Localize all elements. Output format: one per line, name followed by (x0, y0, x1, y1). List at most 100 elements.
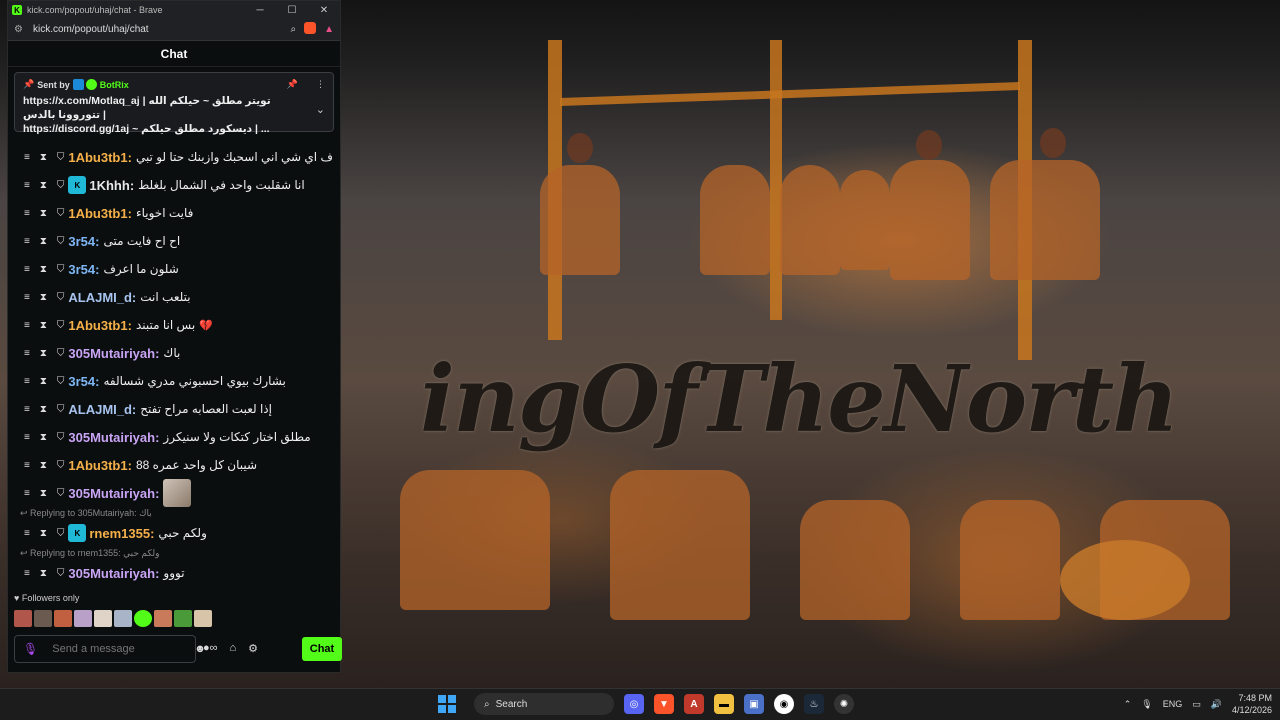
pinned-line-1[interactable]: https://x.com/Motlaq_aj | تويتر مطلق ~ ح… (23, 94, 295, 122)
reply-icon: ↩ (20, 547, 31, 558)
chat-username[interactable]: 3r54: (68, 374, 99, 389)
chat-message[interactable]: ≡ ⧗ ⛉ 1Abu3tb1: شيبان كل واحد عمره 88 (8, 451, 340, 479)
chat-message[interactable]: ≡ ⧗ ⛉ 3r54: بشارك بيوي احسبوني مدري شسالفه (8, 367, 340, 395)
chat-username[interactable]: 3r54: (68, 262, 99, 277)
chat-message[interactable]: ≡ ⧗ ⛉ 305Mutairiyah: باك (8, 339, 340, 367)
chat-message[interactable]: ≡ ⧗ ⛉ ALAJMI_d: إذا لعبت العصابه مراح تفتح (8, 395, 340, 423)
chat-username[interactable]: 305Mutairiyah: (68, 346, 159, 361)
shield-icon: ⛉ (56, 347, 65, 359)
language-indicator[interactable]: ENG (1163, 699, 1183, 709)
chevron-down-icon[interactable]: ⌄ (316, 103, 325, 116)
chat-message[interactable]: ≡ ⧗ ⛉ 305Mutairiyah: (8, 479, 340, 507)
site-settings-icon[interactable]: ⚙ (14, 24, 23, 35)
red-app-icon[interactable]: A (684, 694, 704, 714)
more-options-icon[interactable]: ⋮ (316, 79, 325, 90)
shield-icon: ⛉ (56, 319, 65, 331)
unpin-icon[interactable]: 📌 (287, 79, 298, 90)
message-input[interactable] (52, 643, 195, 655)
sent-by-label: Sent by (37, 79, 70, 90)
pinned-message[interactable]: 📌 Sent by BotRix 📌 ⋮ https://x.com/Motla… (14, 72, 334, 135)
shield-icon: ⛉ (56, 291, 65, 303)
chat-popup-window: K kick.com/popout/uhaj/chat - Brave ─ ☐ … (7, 0, 342, 673)
emote[interactable] (154, 610, 172, 627)
store-icon[interactable]: ⌂ (230, 642, 237, 655)
chat-username[interactable]: 305Mutairiyah: (68, 430, 159, 445)
microphone-icon[interactable]: 🎙 (23, 642, 38, 656)
chat-message[interactable]: ≡ ⧗ ⛉ 1Abu3tb1: فايت اخوياء (8, 199, 340, 227)
chat-message[interactable]: ≡ ⧗ ⛉ 1Abu3tb1: بس انا متبند 💔 (8, 311, 340, 339)
close-button[interactable]: ✕ (308, 5, 340, 16)
chevron-up-icon[interactable]: ⌃ (1124, 699, 1132, 710)
start-button[interactable] (438, 695, 456, 713)
chat-message-text: اح اح فايت متى (103, 234, 181, 248)
chat-message[interactable]: ≡ ⧗ ⛉ 305Mutairiyah: تووو (8, 559, 340, 587)
chat-message[interactable]: ≡ ⧗ ⛉ 305Mutairiyah: مطلق اختار كتكات ولا سن… (8, 423, 340, 451)
reply-hint[interactable]: ↩ Replying to 305Mutairiyah: باك (8, 507, 340, 519)
emote[interactable] (114, 610, 132, 627)
chat-message[interactable]: ≡ ⧗ ⛉ K 1Khhh: انا شقلبت واحد في الشمال بلغلط (8, 171, 340, 199)
hamburger-icon: ≡ (24, 459, 30, 471)
hamburger-icon: ≡ (24, 567, 30, 579)
chat-username[interactable]: 305Mutairiyah: (68, 486, 159, 501)
reply-hint[interactable]: ↩ Replying to rnem1355: ولكم حبي (8, 547, 340, 559)
scaffold-beam (560, 81, 1020, 107)
emote[interactable] (74, 610, 92, 627)
brave-app-icon[interactable]: ▼ (654, 694, 674, 714)
chat-message[interactable]: ≡ ⧗ ⛉ 3r54: اح اح فايت متى (8, 227, 340, 255)
clock[interactable]: 7:48 PM 4/12/2026 (1232, 692, 1272, 716)
shield-icon: ⛉ (56, 263, 65, 275)
pinned-line-2[interactable]: https://discord.gg/1aj ~ ديسكورد مطلق حي… (23, 122, 295, 136)
chat-username[interactable]: ALAJMI_d: (68, 290, 136, 305)
chat-message[interactable]: ≡ ⧗ ⛉ Krnem1355: ولكم حبي (8, 519, 340, 547)
hourglass-icon: ⧗ (39, 235, 47, 247)
message-composer: 🎙 ☻ (14, 635, 206, 663)
chat-username[interactable]: 1Abu3tb1: (68, 150, 132, 165)
emote[interactable] (194, 610, 212, 627)
brave-rewards-icon[interactable]: ▲ (324, 24, 334, 35)
kick-points-icon[interactable]: ●∞ (203, 642, 218, 655)
discord-app-icon[interactable]: ◎ (624, 694, 644, 714)
chat-messages: ≡ ⧗ ⛉ 1Abu3tb1: ف اي شي اني اسحبك وازبنك حتا… (8, 143, 340, 587)
kick-subscriber-badge-icon: K (68, 176, 87, 194)
emote[interactable] (34, 610, 52, 627)
chat-username[interactable]: 1Abu3tb1: (68, 458, 132, 473)
recent-emotes (14, 610, 212, 627)
chat-username[interactable]: 305Mutairiyah: (68, 566, 159, 581)
chat-username[interactable]: 1Abu3tb1: (68, 318, 132, 333)
chat-username[interactable]: ALAJMI_d: (68, 402, 136, 417)
volume-icon[interactable]: 🔊 (1211, 699, 1222, 710)
address-bar[interactable]: ⚙ kick.com/popout/uhaj/chat ⌕ ▲ (8, 19, 340, 41)
chat-username[interactable]: 1Khhh: (89, 178, 134, 193)
file-explorer-icon[interactable]: ▬ (714, 694, 734, 714)
microphone-tray-icon[interactable]: 🎙 (1141, 699, 1152, 710)
emote[interactable] (94, 610, 112, 627)
zoom-icon[interactable]: ⌕ (290, 24, 296, 35)
followers-only-label: Followers only (21, 593, 80, 603)
pinned-author[interactable]: BotRix (100, 80, 129, 90)
maximize-button[interactable]: ☐ (276, 5, 308, 16)
steam-app-icon[interactable]: ♨ (804, 694, 824, 714)
chat-username[interactable]: rnem1355: (89, 526, 154, 541)
stream-logo-text: ingOfTheNorth (420, 345, 1179, 453)
taskbar-search[interactable]: ⌕ Search (474, 693, 614, 715)
window-titlebar[interactable]: K kick.com/popout/uhaj/chat - Brave ─ ☐ … (8, 1, 340, 19)
hourglass-icon: ⧗ (39, 375, 47, 387)
send-chat-button[interactable]: Chat (302, 637, 342, 661)
chat-message[interactable]: ≡ ⧗ ⛉ ALAJMI_d: بتلعب انت (8, 283, 340, 311)
emote[interactable] (134, 610, 152, 627)
obs-app-icon[interactable]: ◉ (774, 694, 794, 714)
brave-shields-icon[interactable] (304, 22, 317, 37)
chat-message[interactable]: ≡ ⧗ ⛉ 1Abu3tb1: ف اي شي اني اسحبك وازبنك حتا… (8, 143, 340, 171)
display-icon[interactable]: ▭ (1192, 699, 1201, 710)
emote[interactable] (14, 610, 32, 627)
app-icon[interactable]: ▣ (744, 694, 764, 714)
url-text[interactable]: kick.com/popout/uhaj/chat (33, 24, 283, 35)
settings-icon[interactable]: ⚙ (248, 642, 258, 655)
emote[interactable] (54, 610, 72, 627)
minimize-button[interactable]: ─ (244, 5, 276, 16)
emote[interactable] (174, 610, 192, 627)
chat-username[interactable]: 1Abu3tb1: (68, 206, 132, 221)
chat-message[interactable]: ≡ ⧗ ⛉ 3r54: شلون ما اعرف (8, 255, 340, 283)
chat-username[interactable]: 3r54: (68, 234, 99, 249)
chatgpt-app-icon[interactable]: ✺ (834, 694, 854, 714)
